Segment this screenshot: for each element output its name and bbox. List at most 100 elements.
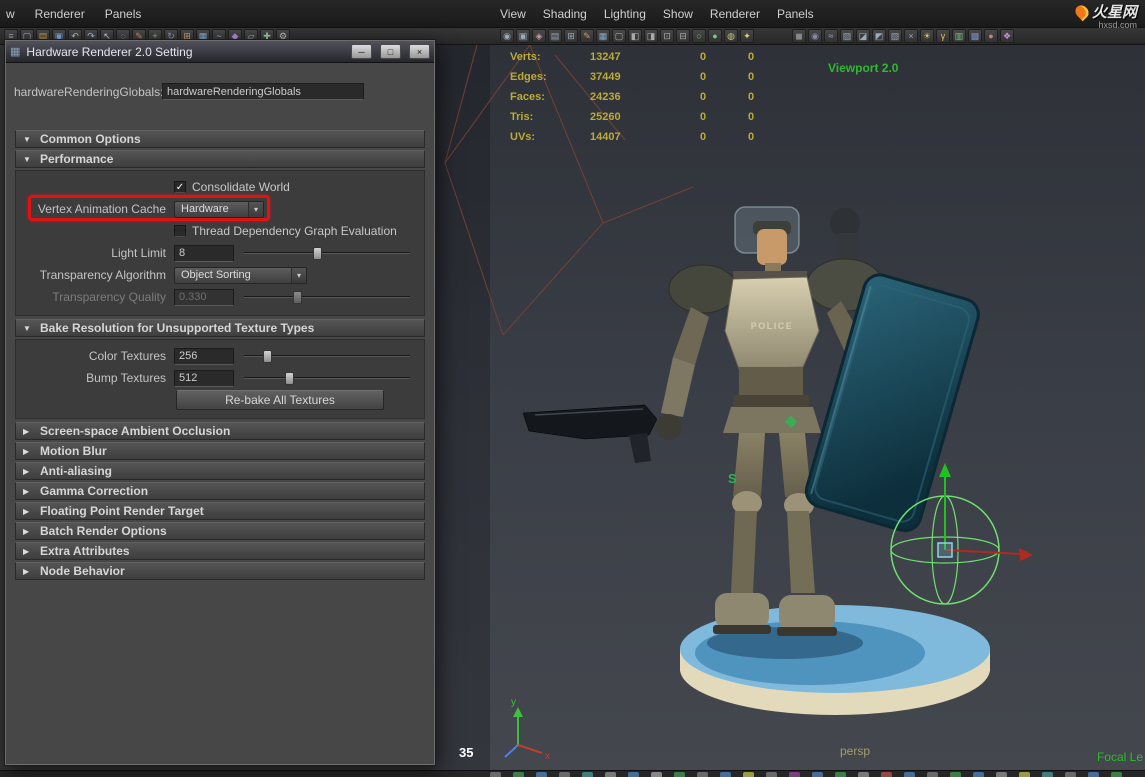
- light-limit-slider[interactable]: [244, 245, 410, 261]
- shelf-icon[interactable]: [490, 772, 501, 777]
- shelf-icon[interactable]: [766, 772, 777, 777]
- shelf-icon[interactable]: [881, 772, 892, 777]
- camera-attributes-icon[interactable]: ▣: [516, 29, 530, 43]
- character-model[interactable]: POLICE S: [522, 206, 982, 636]
- section-bake-resolution[interactable]: ▼ Bake Resolution for Unsupported Textur…: [15, 319, 425, 337]
- menu-renderer[interactable]: Renderer: [35, 7, 85, 21]
- pan-zoom-icon[interactable]: ⊞: [564, 29, 578, 43]
- slider-handle[interactable]: [284, 372, 294, 385]
- depth-peel-icon[interactable]: ◪: [856, 29, 870, 43]
- resolution-gate-icon[interactable]: ◧: [628, 29, 642, 43]
- shelf-icon[interactable]: [513, 772, 524, 777]
- poly-cube-icon[interactable]: ▩: [968, 29, 982, 43]
- section-anti-aliasing[interactable]: ▶ Anti-aliasing: [15, 462, 425, 480]
- select-camera-icon[interactable]: ◉: [500, 29, 514, 43]
- bump-textures-field[interactable]: 512: [174, 369, 234, 387]
- chevron-down-icon[interactable]: ▾: [248, 201, 263, 217]
- shaded-mode-icon[interactable]: ●: [708, 29, 722, 43]
- shelf-icon[interactable]: [1088, 772, 1099, 777]
- section-extra-attributes[interactable]: ▶ Extra Attributes: [15, 542, 425, 560]
- slider-handle[interactable]: [263, 350, 273, 363]
- section-performance[interactable]: ▼ Performance: [15, 150, 425, 168]
- isolate-select-icon[interactable]: ◩: [872, 29, 886, 43]
- lights-icon[interactable]: ✦: [740, 29, 754, 43]
- joints-xray-icon[interactable]: ×: [904, 29, 918, 43]
- maximize-button[interactable]: □: [380, 44, 401, 59]
- motion-blur-icon[interactable]: ≈: [824, 29, 838, 43]
- dialog-titlebar[interactable]: ▦ Hardware Renderer 2.0 Setting ─ □ ×: [6, 41, 434, 63]
- rebake-all-textures-button[interactable]: Re-bake All Textures: [176, 390, 384, 410]
- center-handle[interactable]: [937, 542, 953, 558]
- shelf-icon[interactable]: [1065, 772, 1076, 777]
- vertex-animation-cache-dropdown[interactable]: Hardware ▾: [174, 200, 264, 218]
- film-gate-icon[interactable]: ▢: [612, 29, 626, 43]
- shelf-icon[interactable]: [1019, 772, 1030, 777]
- shelf-icon[interactable]: [628, 772, 639, 777]
- shelf-icon[interactable]: [720, 772, 731, 777]
- material-ball-icon[interactable]: ●: [984, 29, 998, 43]
- shelf-icon[interactable]: [697, 772, 708, 777]
- consolidate-world-checkbox[interactable]: ✓: [174, 181, 186, 193]
- section-common-options[interactable]: ▼ Common Options: [15, 130, 425, 148]
- menu-show[interactable]: Show: [663, 7, 693, 21]
- section-batch-render-options[interactable]: ▶ Batch Render Options: [15, 522, 425, 540]
- gamma-icon[interactable]: γ: [936, 29, 950, 43]
- shelf-icon[interactable]: [858, 772, 869, 777]
- section-screen-space-ambient-occlusion[interactable]: ▶ Screen-space Ambient Occlusion: [15, 422, 425, 440]
- section-floating-point-render-target[interactable]: ▶ Floating Point Render Target: [15, 502, 425, 520]
- perspective-viewport[interactable]: POLICE S y x Verts: 13247 0 0 Edges: 374…: [435, 45, 1145, 770]
- close-button[interactable]: ×: [409, 44, 430, 59]
- shelf-icon[interactable]: [1111, 772, 1122, 777]
- shelf-icon[interactable]: [996, 772, 1007, 777]
- transparency-algorithm-dropdown[interactable]: Object Sorting ▾: [174, 266, 307, 284]
- minimize-button[interactable]: ─: [351, 44, 372, 59]
- menu-panels-panel[interactable]: Panels: [777, 7, 814, 21]
- menu-renderer-panel[interactable]: Renderer: [710, 7, 760, 21]
- shelf-icon[interactable]: [582, 772, 593, 777]
- color-textures-field[interactable]: 256: [174, 347, 234, 365]
- textured-mode-icon[interactable]: ◍: [724, 29, 738, 43]
- shelf-icon[interactable]: [973, 772, 984, 777]
- view-cube-icon[interactable]: ▥: [952, 29, 966, 43]
- menu-panels[interactable]: Panels: [105, 7, 142, 21]
- shelf-icon[interactable]: [950, 772, 961, 777]
- shelf-icon[interactable]: [674, 772, 685, 777]
- menu-view[interactable]: View: [500, 7, 526, 21]
- menu-shading[interactable]: Shading: [543, 7, 587, 21]
- safe-action-icon[interactable]: ⊡: [660, 29, 674, 43]
- multisample-icon[interactable]: ▨: [840, 29, 854, 43]
- shelf-icon[interactable]: [559, 772, 570, 777]
- shelf-icon[interactable]: [536, 772, 547, 777]
- section-node-behavior[interactable]: ▶ Node Behavior: [15, 562, 425, 580]
- wireframe-mode-icon[interactable]: ○: [692, 29, 706, 43]
- shelf-icon[interactable]: [605, 772, 616, 777]
- gate-mask-icon[interactable]: ◨: [644, 29, 658, 43]
- paint-effects-icon[interactable]: ❖: [1000, 29, 1014, 43]
- shelf-icon[interactable]: [812, 772, 823, 777]
- xray-icon[interactable]: ▧: [888, 29, 902, 43]
- globals-field[interactable]: hardwareRenderingGlobals: [162, 83, 364, 100]
- x-axis-handle[interactable]: [944, 549, 1022, 555]
- safe-title-icon[interactable]: ⊟: [676, 29, 690, 43]
- shelf-icon[interactable]: [904, 772, 915, 777]
- slider-handle[interactable]: [313, 247, 323, 260]
- screen-ao-icon[interactable]: ◉: [808, 29, 822, 43]
- section-motion-blur[interactable]: ▶ Motion Blur: [15, 442, 425, 460]
- grease-pencil-icon[interactable]: ✎: [580, 29, 594, 43]
- shelf-icon[interactable]: [789, 772, 800, 777]
- menu-window[interactable]: w: [6, 7, 15, 21]
- section-gamma-correction[interactable]: ▶ Gamma Correction: [15, 482, 425, 500]
- shelf-icon[interactable]: [1042, 772, 1053, 777]
- image-plane-icon[interactable]: ▤: [548, 29, 562, 43]
- grid-icon[interactable]: ▦: [596, 29, 610, 43]
- shadows-icon[interactable]: ◼: [792, 29, 806, 43]
- shelf-icon[interactable]: [927, 772, 938, 777]
- shelf-icon[interactable]: [835, 772, 846, 777]
- bump-textures-slider[interactable]: [244, 370, 410, 386]
- menu-lighting[interactable]: Lighting: [604, 7, 646, 21]
- color-textures-slider[interactable]: [244, 348, 410, 364]
- bookmark-icon[interactable]: ◈: [532, 29, 546, 43]
- thread-dependency-checkbox[interactable]: [174, 225, 186, 237]
- shelf-icon[interactable]: [651, 772, 662, 777]
- chevron-down-icon[interactable]: ▾: [291, 267, 306, 283]
